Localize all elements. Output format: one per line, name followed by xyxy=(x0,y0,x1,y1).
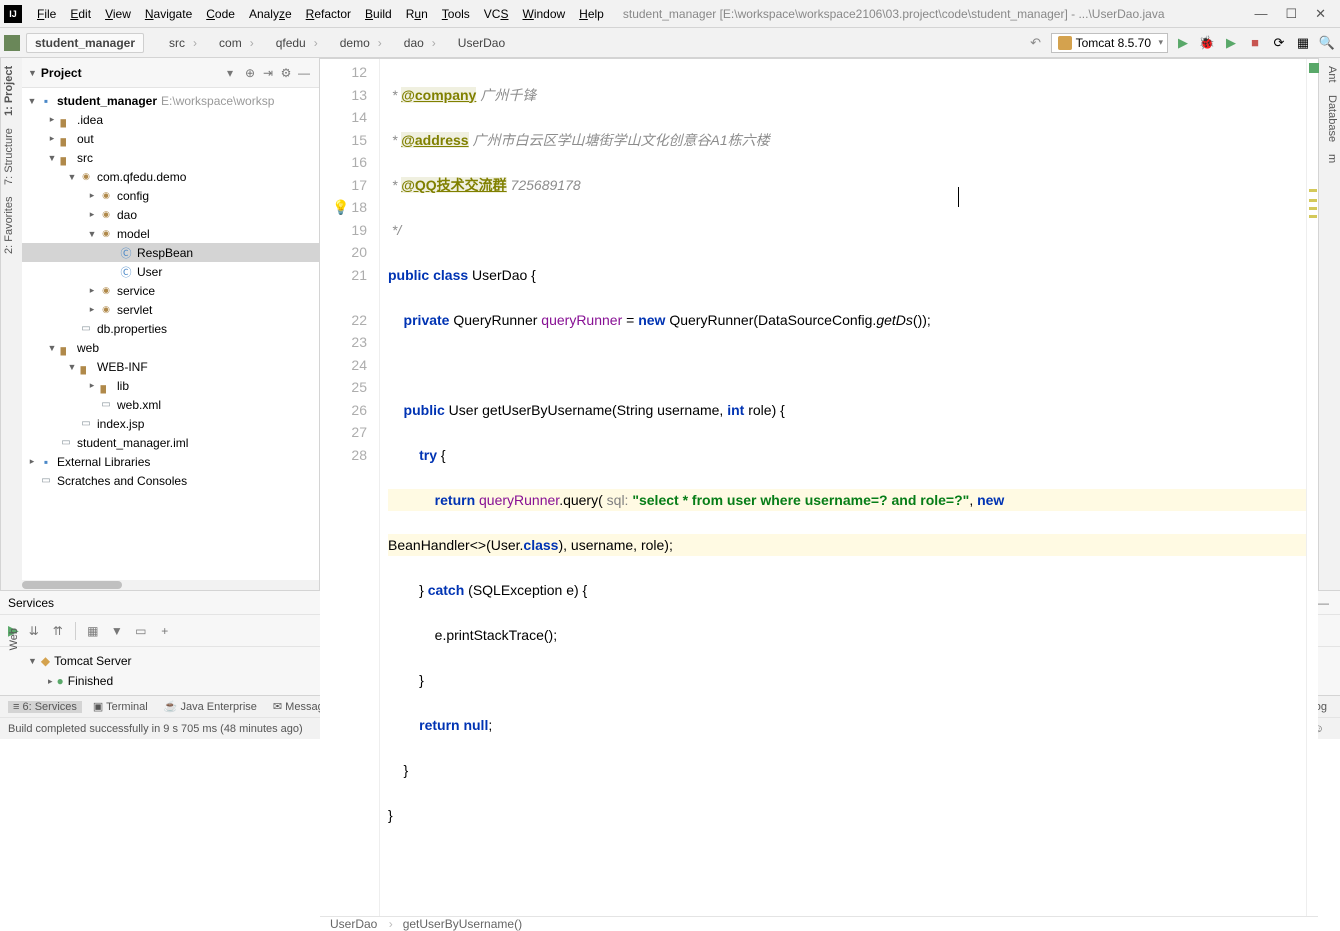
tree-model[interactable]: model xyxy=(117,227,150,241)
menu-view[interactable]: View xyxy=(98,7,138,21)
crumb-userdao[interactable]: UserDao xyxy=(449,33,526,53)
search-icon[interactable]: 🔍 xyxy=(1318,34,1336,52)
close-button[interactable]: ✕ xyxy=(1315,6,1326,22)
tree-lib[interactable]: lib xyxy=(117,379,129,393)
tree-dbprops[interactable]: db.properties xyxy=(97,322,167,336)
menu-refactor[interactable]: Refactor xyxy=(299,7,358,21)
services-tree[interactable]: ▼◆Tomcat Server ▸●Finished xyxy=(0,647,326,695)
tree-webinf[interactable]: WEB-INF xyxy=(97,360,148,374)
tree-scratches[interactable]: Scratches and Consoles xyxy=(57,474,187,488)
intention-bulb-icon[interactable]: 💡 xyxy=(332,199,349,216)
tree-pkg[interactable]: com.qfedu.demo xyxy=(97,170,186,184)
bb-javaee[interactable]: ☕ Java Enterprise xyxy=(159,700,262,713)
stop-button[interactable]: ■ xyxy=(1246,34,1264,52)
tree-root[interactable]: student_manager xyxy=(57,94,157,108)
menu-file[interactable]: File xyxy=(30,7,63,21)
panel-dropdown-icon[interactable]: ▾ xyxy=(227,66,233,80)
tree-out[interactable]: out xyxy=(77,132,94,146)
settings-icon[interactable]: ⚙ xyxy=(277,66,295,80)
sv-tool-2[interactable]: ⇈ xyxy=(49,624,67,638)
menu-edit[interactable]: Edit xyxy=(63,7,98,21)
minimize-button[interactable]: — xyxy=(1254,6,1267,22)
bb-terminal[interactable]: ▣ Terminal xyxy=(88,700,153,713)
tool-maven[interactable]: m xyxy=(1321,154,1338,163)
tool-ant[interactable]: Ant xyxy=(1321,66,1338,83)
menu-build[interactable]: Build xyxy=(358,7,399,21)
run-button[interactable]: ▶ xyxy=(1174,34,1192,52)
crumb-dao[interactable]: dao xyxy=(395,33,449,53)
status-message: Build completed successfully in 9 s 705 … xyxy=(8,723,303,735)
hide-panel-icon[interactable]: — xyxy=(295,66,313,80)
tree-respbean[interactable]: RespBean xyxy=(137,246,193,260)
menu-code[interactable]: Code xyxy=(199,7,242,21)
crumb-com[interactable]: com xyxy=(210,33,267,53)
maximize-button[interactable]: ☐ xyxy=(1285,6,1297,22)
tool-database[interactable]: Database xyxy=(1321,95,1338,142)
project-panel-label: Project xyxy=(41,66,227,80)
text-cursor xyxy=(958,187,959,207)
sv-tool-3[interactable]: ▦ xyxy=(84,624,102,638)
tree-dao[interactable]: dao xyxy=(117,208,137,222)
menu-tools[interactable]: Tools xyxy=(435,7,477,21)
tree-user[interactable]: User xyxy=(137,265,162,279)
code-content[interactable]: * @company 广州千锋 * @address 广州市白云区学山塘街学山文… xyxy=(380,59,1306,916)
bb-services[interactable]: ≡ 6: Services xyxy=(8,701,82,713)
select-file-icon[interactable]: ⊕ xyxy=(241,66,259,80)
tool-web[interactable]: Web xyxy=(3,628,25,650)
tool-structure[interactable]: 7: Structure xyxy=(3,128,20,185)
sv-add-icon[interactable]: + xyxy=(156,624,174,638)
menu-vcs[interactable]: VCS xyxy=(477,7,516,21)
tool-project[interactable]: 1: Project xyxy=(3,66,20,116)
line-gutter[interactable]: 121314 151617 181920 2122 232425 262728 xyxy=(320,59,380,916)
tree-extlib[interactable]: External Libraries xyxy=(57,455,150,469)
code-editor[interactable]: 💡 121314 151617 181920 2122 232425 26272… xyxy=(320,59,1318,916)
sv-filter-icon[interactable]: ▼ xyxy=(108,624,126,638)
run-config-label: Tomcat 8.5.70 xyxy=(1076,36,1151,50)
menu-navigate[interactable]: Navigate xyxy=(138,7,199,21)
breadcrumb-class[interactable]: UserDao xyxy=(330,917,393,931)
menu-help[interactable]: Help xyxy=(572,7,611,21)
crumb-src[interactable]: src xyxy=(160,33,210,53)
crumb-project[interactable]: student_manager xyxy=(26,33,144,53)
app-logo: IJ xyxy=(4,5,22,23)
crumb-qfedu[interactable]: qfedu xyxy=(267,33,331,53)
project-icon xyxy=(4,35,20,51)
tree-web[interactable]: web xyxy=(77,341,99,355)
menu-run[interactable]: Run xyxy=(399,7,435,21)
panel-collapse-icon[interactable]: ▼ xyxy=(28,68,37,78)
breadcrumb-method[interactable]: getUserByUsername() xyxy=(403,917,530,931)
tree-webxml[interactable]: web.xml xyxy=(117,398,161,412)
menu-window[interactable]: Window xyxy=(515,7,572,21)
back-icon[interactable]: ↶ xyxy=(1027,34,1045,52)
tree-service[interactable]: service xyxy=(117,284,155,298)
run-coverage-button[interactable]: ▶ xyxy=(1222,34,1240,52)
tomcat-icon xyxy=(1058,36,1072,50)
tree-iml[interactable]: student_manager.iml xyxy=(77,436,188,450)
debug-button[interactable]: 🐞 xyxy=(1198,34,1216,52)
tree-src[interactable]: src xyxy=(77,151,93,165)
tree-indexjsp[interactable]: index.jsp xyxy=(97,417,144,431)
menu-analyze[interactable]: Analyze xyxy=(242,7,299,21)
window-title: student_manager [E:\workspace\workspace2… xyxy=(623,7,1165,21)
tree-servlet[interactable]: servlet xyxy=(117,303,152,317)
sv-tool-1[interactable]: ⇊ xyxy=(25,624,43,638)
tree-config[interactable]: config xyxy=(117,189,149,203)
tree-scrollbar[interactable] xyxy=(22,580,319,590)
expand-icon[interactable]: ⇥ xyxy=(259,66,277,80)
tool-favorites[interactable]: 2: Favorites xyxy=(3,197,20,254)
crumb-demo[interactable]: demo xyxy=(331,33,395,53)
tree-idea[interactable]: .idea xyxy=(77,113,103,127)
structure-icon[interactable]: ▦ xyxy=(1294,34,1312,52)
update-button[interactable]: ⟳ xyxy=(1270,34,1288,52)
project-tree[interactable]: ▼student_managerE:\workspace\worksp ▸.id… xyxy=(22,88,319,580)
error-stripe[interactable] xyxy=(1306,59,1318,916)
run-config-selector[interactable]: Tomcat 8.5.70 xyxy=(1051,33,1168,53)
sv-tool-4[interactable]: ▭ xyxy=(132,624,150,638)
